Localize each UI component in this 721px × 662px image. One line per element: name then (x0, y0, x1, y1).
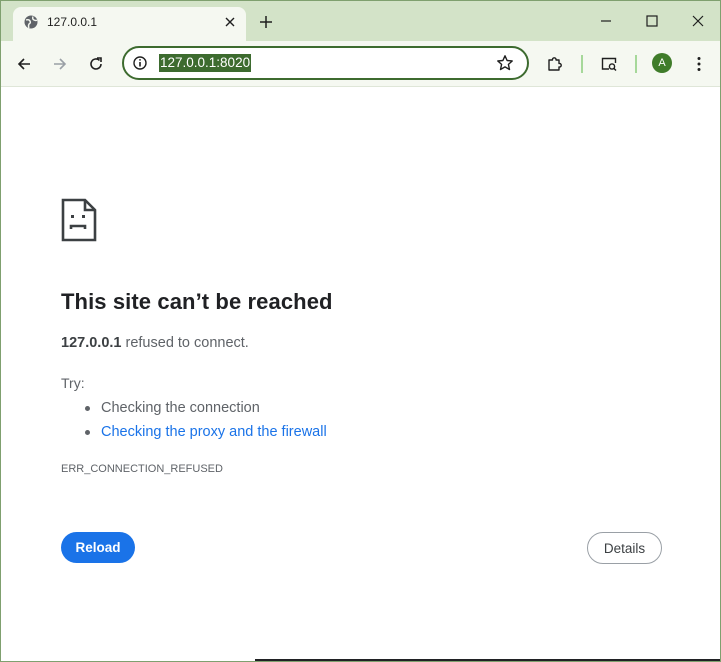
error-code: ERR_CONNECTION_REFUSED (61, 463, 223, 475)
tab-title: 127.0.0.1 (47, 15, 98, 29)
reload-button[interactable]: Reload (61, 532, 135, 563)
try-label: Try: (61, 375, 85, 391)
error-page: This site can’t be reached 127.0.0.1 ref… (1, 88, 720, 661)
browser-window: 127.0.0.1 127.0.0.1:8020 A This site can… (0, 0, 721, 662)
taskbar-edge (255, 659, 720, 661)
close-icon[interactable] (221, 13, 239, 31)
kebab-menu-icon[interactable] (687, 52, 711, 76)
suggestion-check-proxy-link[interactable]: Checking the proxy and the firewall (81, 420, 327, 444)
error-host: 127.0.0.1 (61, 335, 122, 351)
refresh-icon[interactable] (84, 52, 108, 76)
star-icon[interactable] (496, 54, 514, 72)
window-close-icon[interactable] (686, 9, 710, 33)
avatar[interactable]: A (652, 53, 672, 73)
sad-page-icon (61, 198, 97, 242)
error-message-text: refused to connect. (121, 335, 249, 351)
puzzle-icon[interactable] (543, 52, 567, 76)
toolbar: 127.0.0.1:8020 A (1, 41, 720, 87)
tab-search-icon[interactable] (597, 52, 621, 76)
toolbar-divider (635, 55, 637, 73)
minimize-icon[interactable] (594, 9, 618, 33)
error-message: 127.0.0.1 refused to connect. (61, 335, 249, 351)
arrow-left-icon[interactable] (12, 52, 36, 76)
info-icon[interactable] (132, 55, 148, 71)
toolbar-divider (581, 55, 583, 73)
globe-icon (23, 14, 39, 30)
address-bar[interactable]: 127.0.0.1:8020 (122, 46, 529, 80)
tab-strip: 127.0.0.1 (1, 1, 720, 41)
maximize-icon[interactable] (640, 9, 664, 33)
url-text[interactable]: 127.0.0.1:8020 (159, 54, 252, 72)
suggestions-list: Checking the connection Checking the pro… (81, 396, 327, 444)
details-button[interactable]: Details (587, 532, 662, 564)
suggestion-check-connection: Checking the connection (81, 396, 327, 420)
plus-icon[interactable] (255, 11, 277, 33)
error-heading: This site can’t be reached (61, 289, 333, 314)
arrow-right-icon[interactable] (48, 52, 72, 76)
tab-active[interactable]: 127.0.0.1 (13, 7, 246, 41)
